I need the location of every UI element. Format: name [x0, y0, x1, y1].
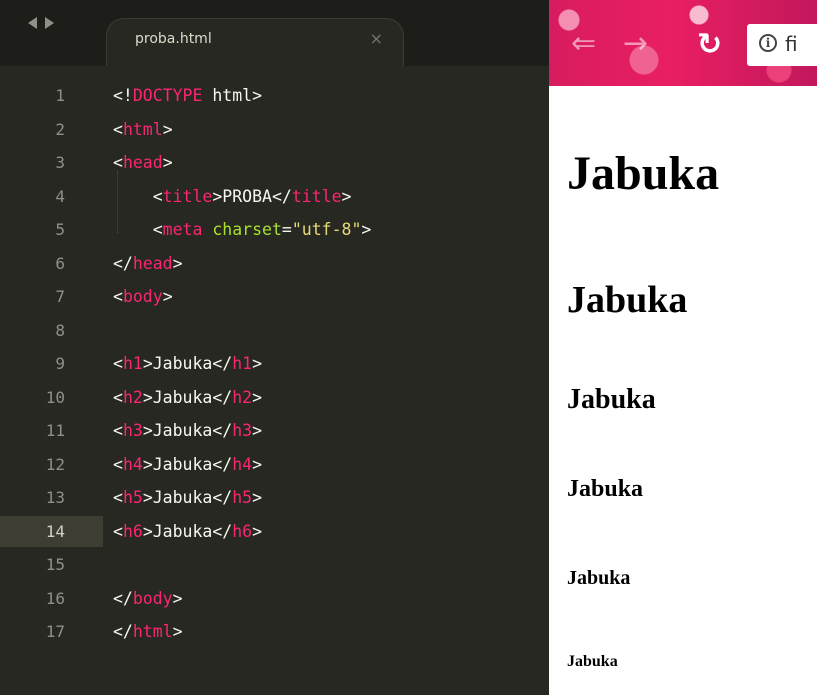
right-triangle-icon[interactable]: [45, 17, 54, 29]
code-line[interactable]: <h2>Jabuka</h2>: [113, 382, 262, 413]
code-line[interactable]: <html>: [113, 114, 173, 145]
code-line[interactable]: <body>: [113, 281, 173, 312]
line-number: 12: [45, 454, 65, 474]
line-number: 5: [55, 220, 65, 239]
code-line[interactable]: <!DOCTYPE html>: [113, 80, 262, 111]
line-number: 1: [55, 86, 65, 105]
heading-h2: Jabuka: [567, 279, 688, 321]
close-icon[interactable]: ×: [370, 29, 383, 48]
line-number: 6: [55, 253, 65, 273]
indent-guide: [117, 171, 118, 233]
tab-navigation: [28, 12, 54, 34]
line-number: 11: [45, 421, 65, 440]
line-number: 10: [45, 387, 65, 407]
code-line[interactable]: <h4>Jabuka</h4>: [113, 449, 262, 480]
code-line[interactable]: <h5>Jabuka</h5>: [113, 482, 262, 513]
browser-window: ⇐ → ↻ i fi Jabuka Jabuka Jabuka Jabuka J…: [549, 0, 817, 695]
line-number: 3: [55, 153, 65, 172]
line-number: 14: [45, 521, 65, 541]
line-number: 4: [55, 186, 65, 206]
tab-proba-html[interactable]: proba.html ×: [106, 18, 404, 66]
address-bar[interactable]: i fi: [747, 24, 817, 66]
line-number-gutter: 1 2 3 4 5 6 7 8 9 10 11 12 13 14 15 16 17: [0, 66, 103, 695]
code-editor[interactable]: proba.html × 1 2 3 4 5 6 7 8 9 10 11 12 13 14 15 16 17 <…: [0, 0, 549, 695]
code-line[interactable]: </body>: [113, 583, 183, 614]
code-line[interactable]: <h3>Jabuka</h3>: [113, 415, 262, 446]
tab-bar: proba.html ×: [0, 0, 549, 66]
code-area[interactable]: <!DOCTYPE html> <html> <head> <title>PROBA…: [113, 66, 549, 695]
line-number: 9: [55, 354, 65, 373]
info-icon[interactable]: i: [759, 34, 777, 52]
heading-h5: Jabuka: [567, 567, 631, 589]
reload-icon[interactable]: ↻: [697, 25, 722, 65]
browser-toolbar: ⇐ → ↻ i fi: [549, 0, 817, 86]
code-line[interactable]: <meta charset="utf-8">: [113, 214, 372, 245]
left-triangle-icon[interactable]: [28, 17, 37, 29]
line-number: 16: [45, 588, 65, 608]
code-line[interactable]: <head>: [113, 147, 173, 178]
heading-h3: Jabuka: [567, 384, 656, 415]
code-line[interactable]: <h1>Jabuka</h1>: [113, 348, 262, 379]
back-arrow-icon[interactable]: ⇐: [571, 24, 596, 64]
code-line[interactable]: </head>: [113, 248, 183, 279]
code-line[interactable]: </html>: [113, 616, 183, 647]
heading-h4: Jabuka: [567, 476, 644, 502]
line-number: 2: [55, 119, 65, 139]
heading-h1: Jabuka: [567, 147, 720, 200]
line-number: 15: [45, 555, 65, 574]
code-line[interactable]: <h6>Jabuka</h6>: [113, 516, 262, 547]
code-line[interactable]: <title>PROBA</title>: [113, 181, 352, 212]
tab-title: proba.html: [135, 31, 212, 47]
forward-arrow-icon[interactable]: →: [623, 24, 648, 64]
url-text: fi: [785, 32, 798, 56]
line-number: 13: [45, 488, 65, 507]
line-number: 8: [55, 320, 65, 340]
line-number: 7: [55, 287, 65, 306]
line-number: 17: [45, 622, 65, 641]
heading-h6: Jabuka: [567, 653, 618, 670]
